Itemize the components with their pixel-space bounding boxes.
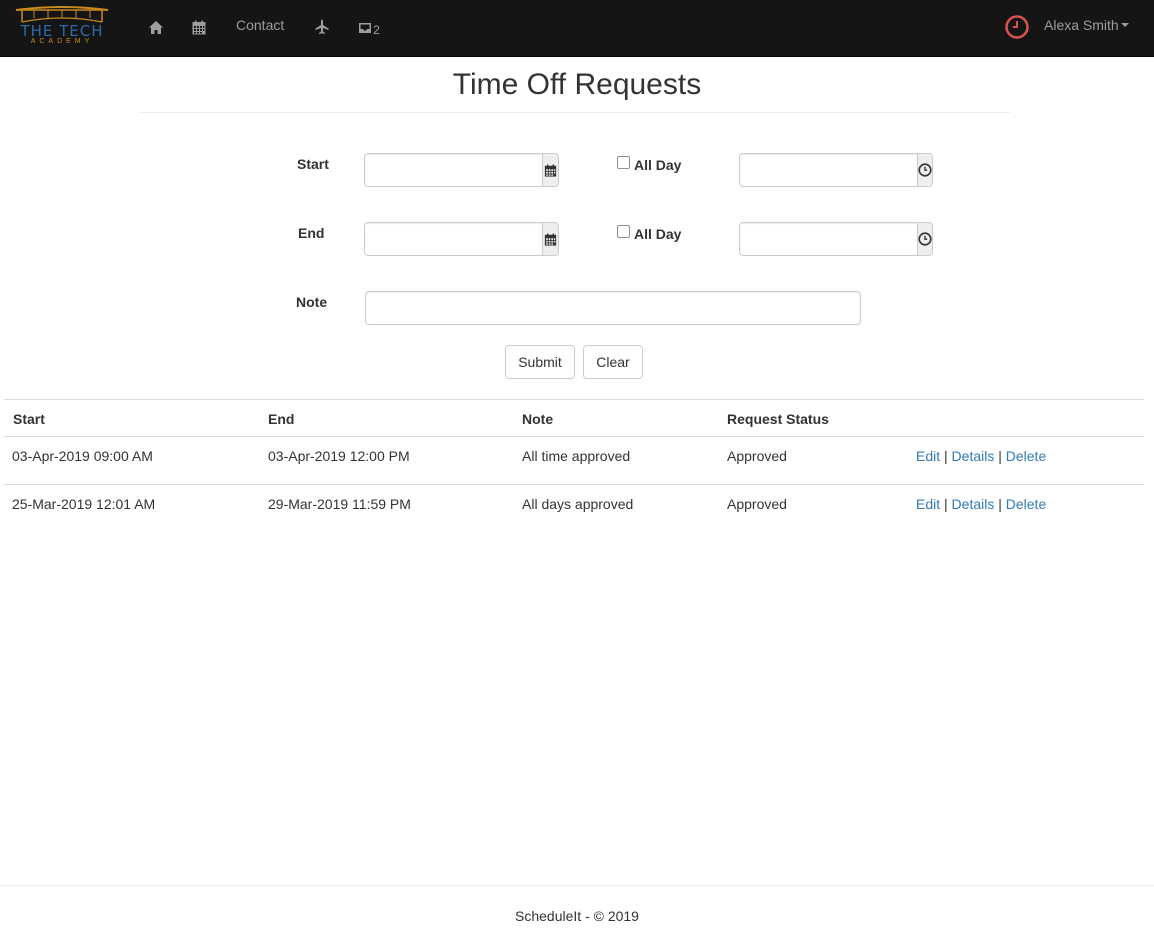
- footer-copyright: ScheduleIt - © 2019: [515, 908, 639, 924]
- calendar-icon[interactable]: [190, 16, 208, 38]
- nav-contact-link[interactable]: Contact: [236, 16, 284, 34]
- delete-link[interactable]: Delete: [1006, 448, 1046, 464]
- row-start: 03-Apr-2019 09:00 AM: [12, 448, 153, 464]
- inbox-icon[interactable]: 2: [357, 16, 381, 38]
- messages-count: 2: [373, 23, 380, 37]
- caret-down-icon: [1120, 23, 1129, 28]
- start-time-button[interactable]: [918, 153, 933, 187]
- requests-table: Start End Note Request Status 03-Apr-201…: [4, 399, 1144, 531]
- time-icon: [918, 232, 932, 246]
- action-separator: |: [998, 496, 1002, 512]
- end-time-input[interactable]: [739, 222, 918, 256]
- navbar: THE TECH ACADEMY Contact 2 Alexa Smith: [0, 0, 1154, 57]
- column-header-start: Start: [13, 411, 45, 427]
- action-separator: |: [944, 496, 948, 512]
- brand-name: THE TECH: [20, 22, 104, 40]
- end-date-input[interactable]: [364, 222, 543, 256]
- note-input[interactable]: [365, 291, 861, 325]
- page-title: Time Off Requests: [452, 68, 702, 101]
- start-date-input[interactable]: [364, 153, 543, 187]
- start-all-day-checkbox[interactable]: [617, 155, 630, 169]
- edit-link[interactable]: Edit: [916, 448, 940, 464]
- row-status: Approved: [727, 448, 787, 464]
- row-note: All days approved: [522, 496, 634, 512]
- end-date-group: [364, 222, 559, 256]
- home-icon[interactable]: [147, 16, 165, 38]
- row-note: All time approved: [522, 448, 631, 464]
- footer-divider: [0, 885, 1154, 886]
- plane-icon[interactable]: [313, 16, 331, 38]
- delete-link[interactable]: Delete: [1006, 496, 1046, 512]
- start-label: Start: [297, 156, 329, 172]
- start-time-group: [739, 153, 933, 187]
- clear-button[interactable]: Clear: [583, 345, 643, 379]
- end-all-day: All Day: [617, 224, 682, 242]
- calendar-icon: [544, 163, 557, 177]
- column-header-end: End: [268, 411, 295, 427]
- row-actions: Edit | Details | Delete: [916, 447, 1046, 465]
- row-start: 25-Mar-2019 12:01 AM: [12, 496, 156, 512]
- end-label: End: [298, 225, 325, 241]
- end-all-day-label: All Day: [634, 226, 682, 242]
- end-time-button[interactable]: [918, 222, 933, 256]
- column-header-status: Request Status: [727, 411, 829, 427]
- calendar-icon: [544, 232, 557, 246]
- action-separator: |: [998, 448, 1002, 464]
- note-label: Note: [296, 294, 328, 310]
- end-time-group: [739, 222, 933, 256]
- start-all-day: All Day: [617, 155, 682, 173]
- details-link[interactable]: Details: [952, 448, 995, 464]
- column-header-note: Note: [522, 411, 554, 427]
- user-name: Alexa Smith: [1044, 17, 1119, 33]
- header-divider: [139, 112, 1010, 113]
- start-all-day-label: All Day: [634, 157, 682, 173]
- table-row: 03-Apr-2019 09:00 AM 03-Apr-2019 12:00 P…: [4, 437, 1144, 484]
- clock-icon[interactable]: [1004, 14, 1030, 40]
- brand-subtitle: ACADEMY: [30, 38, 94, 45]
- end-all-day-checkbox[interactable]: [617, 224, 630, 238]
- action-separator: |: [944, 448, 948, 464]
- end-calendar-button[interactable]: [543, 222, 559, 256]
- user-menu-toggle[interactable]: Alexa Smith: [1044, 16, 1129, 34]
- submit-button[interactable]: Submit: [505, 345, 575, 379]
- table-header-row: Start End Note Request Status: [4, 399, 1144, 437]
- row-end: 29-Mar-2019 11:59 PM: [268, 496, 411, 512]
- details-link[interactable]: Details: [952, 496, 995, 512]
- edit-link[interactable]: Edit: [916, 496, 940, 512]
- row-end: 03-Apr-2019 12:00 PM: [268, 448, 410, 464]
- start-calendar-button[interactable]: [543, 153, 559, 187]
- row-actions: Edit | Details | Delete: [916, 495, 1046, 513]
- table-row: 25-Mar-2019 12:01 AM 29-Mar-2019 11:59 P…: [4, 484, 1144, 531]
- row-status: Approved: [727, 496, 787, 512]
- brand-logo[interactable]: THE TECH ACADEMY: [14, 6, 110, 48]
- start-date-group: [364, 153, 559, 187]
- time-icon: [918, 163, 932, 177]
- start-time-input[interactable]: [739, 153, 918, 187]
